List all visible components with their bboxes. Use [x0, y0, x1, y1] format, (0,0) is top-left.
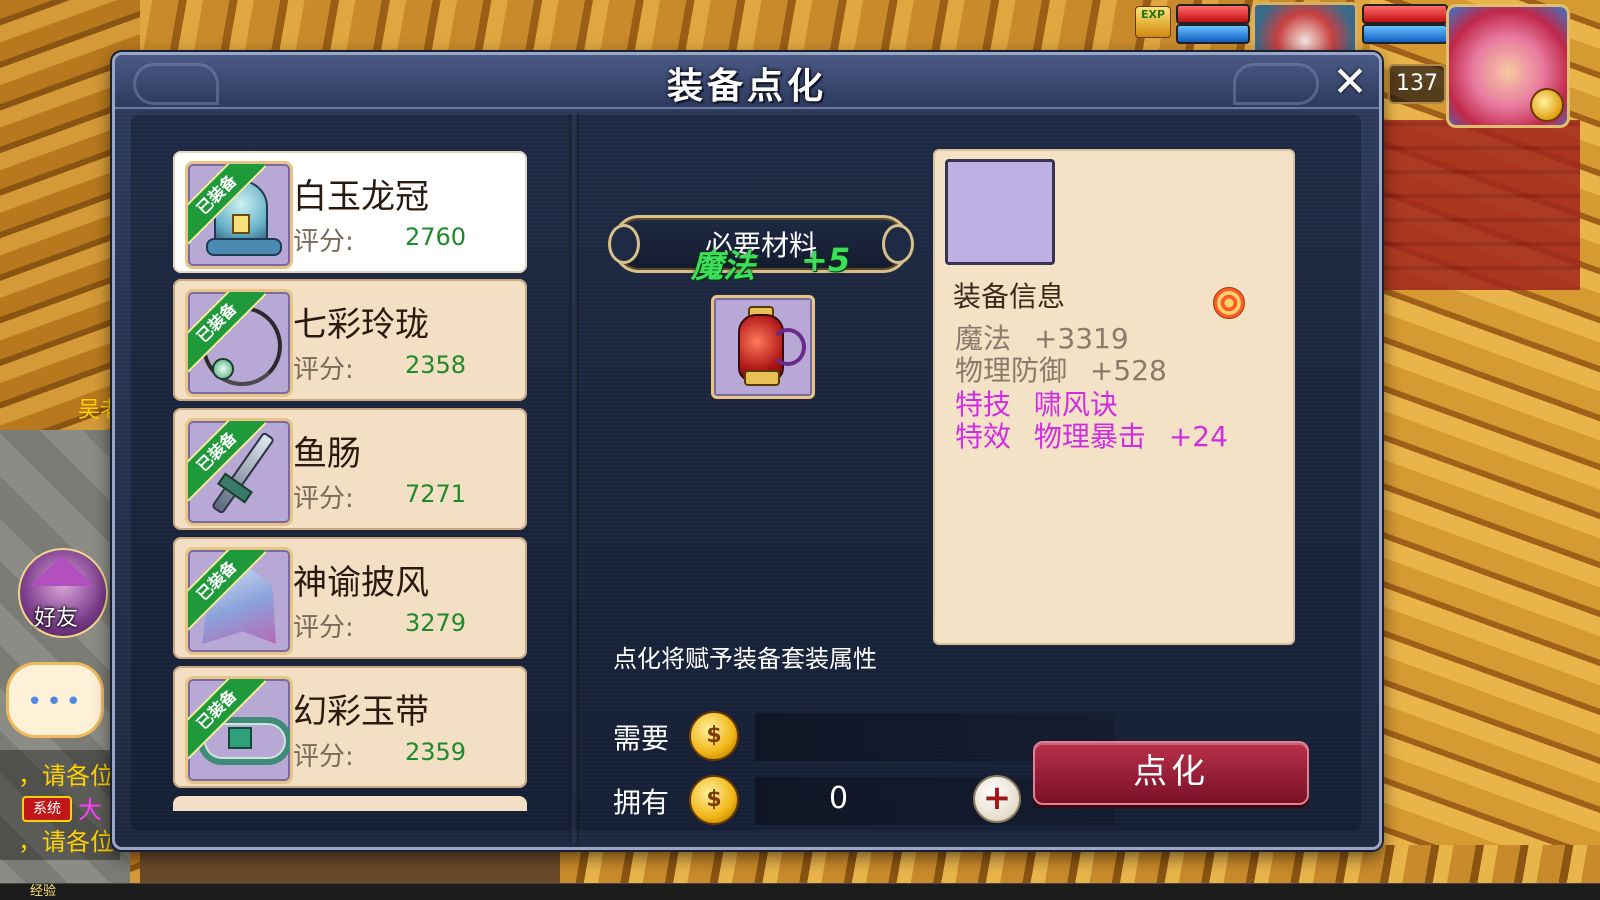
rooftop-tiles-top	[0, 0, 1600, 60]
chat-button[interactable]: •••	[6, 662, 104, 738]
red-palace-wall	[1370, 120, 1580, 290]
player-level-badge: 137	[1388, 64, 1446, 104]
equipment-info-panel: 装备信息 魔法 +3319 物理防御 +528 特技 啸风诀 特效 物理暴击 +…	[933, 149, 1295, 645]
equipment-icon-frame: 已装备	[185, 418, 293, 526]
vase-base-icon	[744, 370, 780, 386]
equipment-item[interactable]: 已装备 鱼肠 评分: 7271	[173, 408, 527, 530]
equipment-info-title: 装备信息	[953, 280, 1066, 313]
equipment-name: 神谕披风	[293, 563, 429, 603]
belt-gem-icon	[228, 727, 252, 749]
score-label: 评分:	[293, 484, 354, 514]
chat-line: ，请各位	[18, 762, 114, 790]
equipment-name: 七彩玲珑	[293, 305, 429, 345]
chat-line: 大	[78, 796, 102, 824]
equipment-item-partial[interactable]	[173, 796, 527, 811]
score-label: 评分:	[293, 355, 354, 385]
equipment-icon-frame: 已装备	[185, 676, 293, 784]
crown-gem-icon	[232, 214, 250, 234]
dialog-title: 装备点化	[666, 66, 827, 107]
score-label: 评分:	[293, 742, 354, 772]
score-value: 7271	[405, 480, 467, 508]
refine-description: 点化将赋予装备套装属性	[613, 645, 877, 673]
gold-coin-icon[interactable]	[1530, 88, 1564, 122]
equipment-icon-frame: 已装备	[185, 289, 293, 397]
experience-bar	[0, 883, 1600, 900]
equipment-refine-dialog: 装备点化 ✕ 已装备 白玉龙冠 评分: 2760 已装备 七彩玲珑 评分: 23…	[112, 52, 1382, 850]
pet-mp-bar	[1176, 24, 1250, 44]
player-mp-bar	[1362, 24, 1448, 44]
add-currency-button[interactable]: +	[973, 775, 1021, 823]
exp-boost-icon[interactable]: EXP	[1135, 6, 1171, 38]
equipment-icon-frame: 已装备	[185, 547, 293, 655]
pet-hp-bar	[1176, 4, 1250, 24]
friends-label: 好友	[34, 606, 79, 631]
refine-button[interactable]: 点化	[1033, 741, 1309, 805]
experience-label: 经验	[30, 884, 57, 899]
equipment-item[interactable]: 已装备 白玉龙冠 评分: 2760	[173, 151, 527, 273]
player-hp-bar	[1362, 4, 1448, 24]
required-material-label: 必要材料	[704, 229, 817, 262]
equipment-list[interactable]: 已装备 白玉龙冠 评分: 2760 已装备 七彩玲珑 评分: 2358 已装备	[173, 151, 529, 811]
friend-avatar-hat-icon	[30, 556, 94, 586]
special-effect-value: 物理暴击	[1033, 420, 1146, 453]
equipment-item[interactable]: 已装备 神谕披风 评分: 3279	[173, 537, 527, 659]
chat-line: ，请各位	[18, 828, 114, 856]
pendant-icon	[212, 358, 234, 380]
cost-have-label: 拥有	[613, 786, 670, 819]
equipment-icon-frame: 已装备	[185, 161, 293, 269]
gold-coin-icon: $	[689, 775, 739, 825]
special-effect-extra: +24	[1168, 420, 1228, 453]
score-value: 3279	[405, 609, 467, 637]
column-divider	[569, 113, 579, 843]
required-material-banner: 必要材料	[608, 215, 914, 273]
equipment-preview-slot[interactable]	[945, 159, 1055, 265]
special-effect-label: 特效	[955, 420, 1012, 453]
system-tag: 系统	[22, 796, 72, 822]
special-effect-line: 特效 物理暴击 +24	[955, 415, 1228, 455]
crown-base-icon	[206, 238, 282, 256]
equipment-name: 白玉龙冠	[293, 177, 429, 217]
floating-attribute-value: +5	[801, 241, 851, 279]
score-value: 2358	[405, 351, 467, 379]
chat-dots-icon: •••	[27, 687, 86, 717]
close-button[interactable]: ✕	[1327, 59, 1373, 105]
equipment-item[interactable]: 已装备 七彩玲珑 评分: 2358	[173, 279, 527, 401]
owned-amount: 0	[829, 781, 849, 816]
floating-attribute-name: 魔法	[691, 247, 756, 285]
gold-coin-icon: $	[689, 711, 739, 761]
material-item-slot[interactable]	[711, 295, 815, 399]
equipment-name: 鱼肠	[293, 434, 361, 474]
equipment-item[interactable]: 已装备 幻彩玉带 评分: 2359	[173, 666, 527, 788]
cost-need-label: 需要	[613, 722, 670, 755]
spiral-badge-icon	[1213, 287, 1245, 319]
equipment-name: 幻彩玉带	[293, 692, 429, 732]
score-value: 2359	[405, 738, 467, 766]
vase-handle-icon	[770, 328, 806, 366]
score-value: 2760	[405, 223, 467, 251]
score-label: 评分:	[293, 613, 354, 643]
score-label: 评分:	[293, 227, 354, 257]
dialog-header: 装备点化 ✕	[115, 55, 1379, 109]
